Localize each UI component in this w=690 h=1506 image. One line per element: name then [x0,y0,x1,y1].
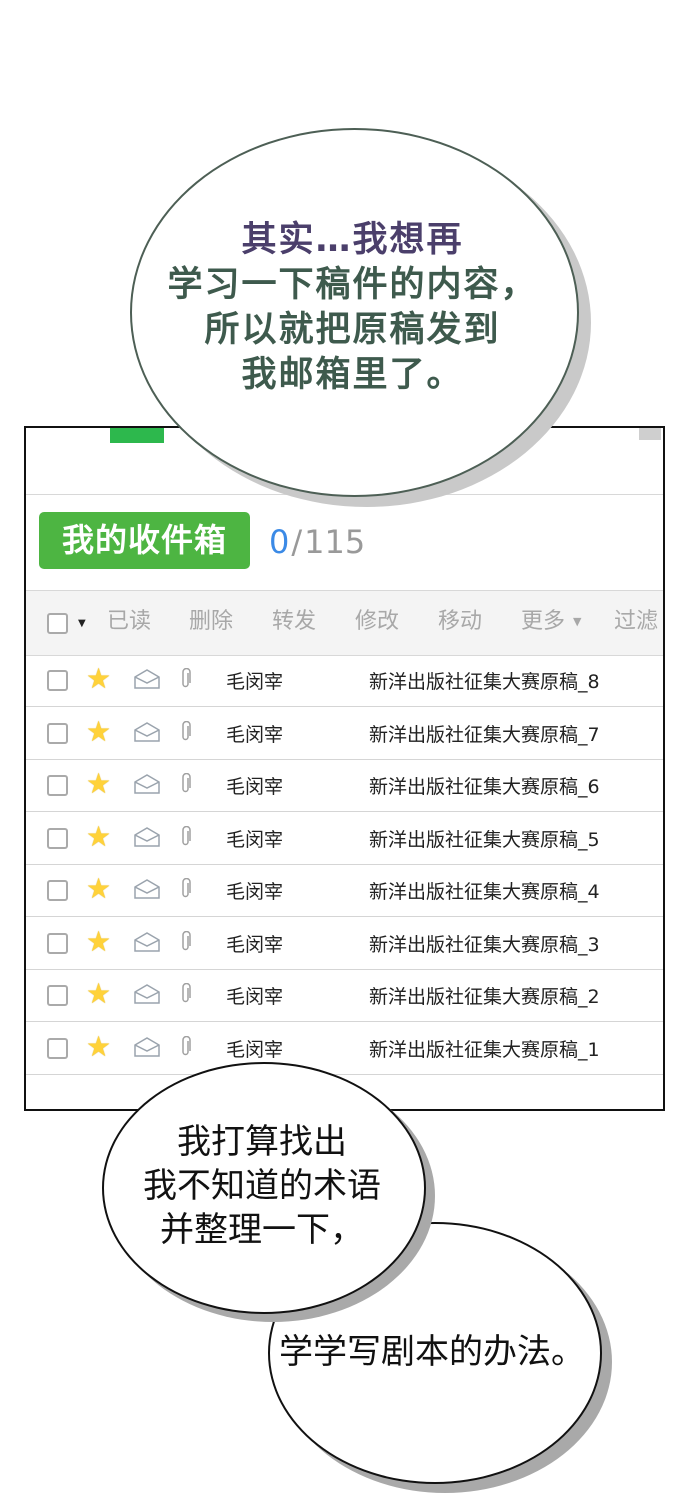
table-row[interactable]: ★ 毛闵宰 新洋出版社征集大赛原稿_2 [26,969,663,1022]
row-sender: 毛闵宰 [226,776,284,798]
paperclip-icon [180,825,192,852]
row-subject[interactable]: 新洋出版社征集大赛原稿_4 [369,877,600,904]
bubble-middle-line-3: 并整理一下， [160,1210,364,1250]
paperclip-icon [180,720,192,747]
bubble-middle-text: 我打算找出 我不知道的术语 并整理一下， [112,1120,412,1252]
bubble-middle-line-2: 我不知道的术语 [143,1166,381,1206]
more-caret-icon: ▼ [573,615,582,628]
row-subject[interactable]: 新洋出版社征集大赛原稿_5 [369,825,600,852]
bubble-top-line-1: 其实…我想再 [241,220,464,260]
forward-button[interactable]: 转发 [272,608,316,636]
more-button[interactable]: 更多 ▼ [521,608,581,636]
row-checkbox[interactable] [47,670,68,691]
folder-title[interactable]: 我的收件箱 [39,512,250,569]
envelope-icon [133,721,161,747]
row-checkbox[interactable] [47,722,68,744]
row-checkbox[interactable] [47,932,68,954]
envelope-icon [133,1036,161,1062]
bubble-bottom-text: 学学写剧本的办法。 [279,1332,585,1372]
row-subject[interactable]: 新洋出版社征集大赛原稿_2 [369,982,600,1009]
star-icon[interactable]: ★ [86,769,111,799]
more-label: 更多 [521,609,566,634]
star-icon[interactable]: ★ [86,926,111,957]
row-subject[interactable]: 新洋出版社征集大赛原稿_7 [369,720,600,747]
paperclip-icon [180,667,192,694]
window-control-icon[interactable] [639,428,661,440]
dropdown-caret-icon[interactable]: ▼ [78,618,86,629]
table-row[interactable]: ★ 毛闵宰 新洋出版社征集大赛原稿_4 [26,864,663,917]
star-icon[interactable]: ★ [86,1031,111,1062]
row-subject[interactable]: 新洋出版社征集大赛原稿_8 [369,667,600,694]
delete-button[interactable]: 删除 [189,608,233,636]
row-checkbox[interactable] [47,1037,68,1059]
paperclip-icon [180,772,192,799]
table-row[interactable]: ★ 毛闵宰 新洋出版社征集大赛原稿_3 [26,917,663,970]
star-icon[interactable]: ★ [86,716,111,747]
row-checkbox[interactable] [47,985,68,1006]
row-sender: 毛闵宰 [226,828,284,851]
star-icon[interactable]: ★ [86,874,111,904]
email-panel: 我的收件箱 0/115 ▼ 已读 删除 转发 修改 移动 更多 ▼ 过滤 ★ 毛闵宰… [24,426,665,1111]
envelope-icon [133,878,161,904]
envelope-icon [133,983,161,1009]
bubble-middle-line-1: 我打算找出 [177,1122,347,1162]
green-tab-indicator[interactable] [110,428,164,443]
mail-toolbar: ▼ 已读 删除 转发 修改 移动 更多 ▼ 过滤 [26,590,663,656]
unread-count: 0 [269,523,290,561]
row-checkbox[interactable] [47,880,68,901]
mail-count: 0/115 [269,520,365,564]
row-sender: 毛闵宰 [226,671,284,693]
star-icon[interactable]: ★ [86,821,111,852]
table-row[interactable]: ★ 毛闵宰 新洋出版社征集大赛原稿_1 [26,1022,663,1075]
paperclip-icon [180,877,192,904]
envelope-icon [133,668,161,694]
table-row[interactable]: ★ 毛闵宰 新洋出版社征集大赛原稿_7 [26,707,663,760]
bubble-top-line-4: 我邮箱里了。 [241,355,464,395]
row-sender: 毛闵宰 [226,986,284,1008]
filter-button[interactable]: 过滤 [614,608,658,636]
paperclip-icon [180,982,192,1009]
table-row[interactable]: ★ 毛闵宰 新洋出版社征集大赛原稿_8 [26,654,663,707]
row-subject[interactable]: 新洋出版社征集大赛原稿_3 [369,930,600,957]
edit-button[interactable]: 修改 [355,608,399,636]
table-row[interactable]: ★ 毛闵宰 新洋出版社征集大赛原稿_6 [26,759,663,812]
row-subject[interactable]: 新洋出版社征集大赛原稿_6 [369,772,600,799]
row-sender: 毛闵宰 [226,881,284,903]
envelope-icon [133,931,161,957]
move-button[interactable]: 移动 [438,608,482,636]
bubble-top-text: 其实…我想再 学习一下稿件的内容， 所以就把原稿发到 我邮箱里了。 [140,218,565,398]
table-row[interactable]: ★ 毛闵宰 新洋出版社征集大赛原稿_5 [26,812,663,865]
paperclip-icon [180,1035,192,1062]
star-icon[interactable]: ★ [86,664,111,694]
row-sender: 毛闵宰 [226,933,284,956]
row-checkbox[interactable] [47,775,68,796]
total-count: 115 [304,523,366,561]
envelope-icon [133,773,161,799]
bubble-top-line-2: 学习一下稿件的内容， [167,265,538,305]
row-checkbox[interactable] [47,827,68,849]
bubble-top-line-3: 所以就把原稿发到 [204,310,501,350]
row-sender: 毛闵宰 [226,1038,284,1061]
count-separator: / [291,523,303,561]
row-subject[interactable]: 新洋出版社征集大赛原稿_1 [369,1035,600,1062]
paperclip-icon [180,930,192,957]
envelope-icon [133,826,161,852]
row-sender: 毛闵宰 [226,723,284,746]
select-all-checkbox[interactable] [47,613,68,634]
star-icon[interactable]: ★ [86,979,111,1009]
mark-read-button[interactable]: 已读 [107,608,151,636]
